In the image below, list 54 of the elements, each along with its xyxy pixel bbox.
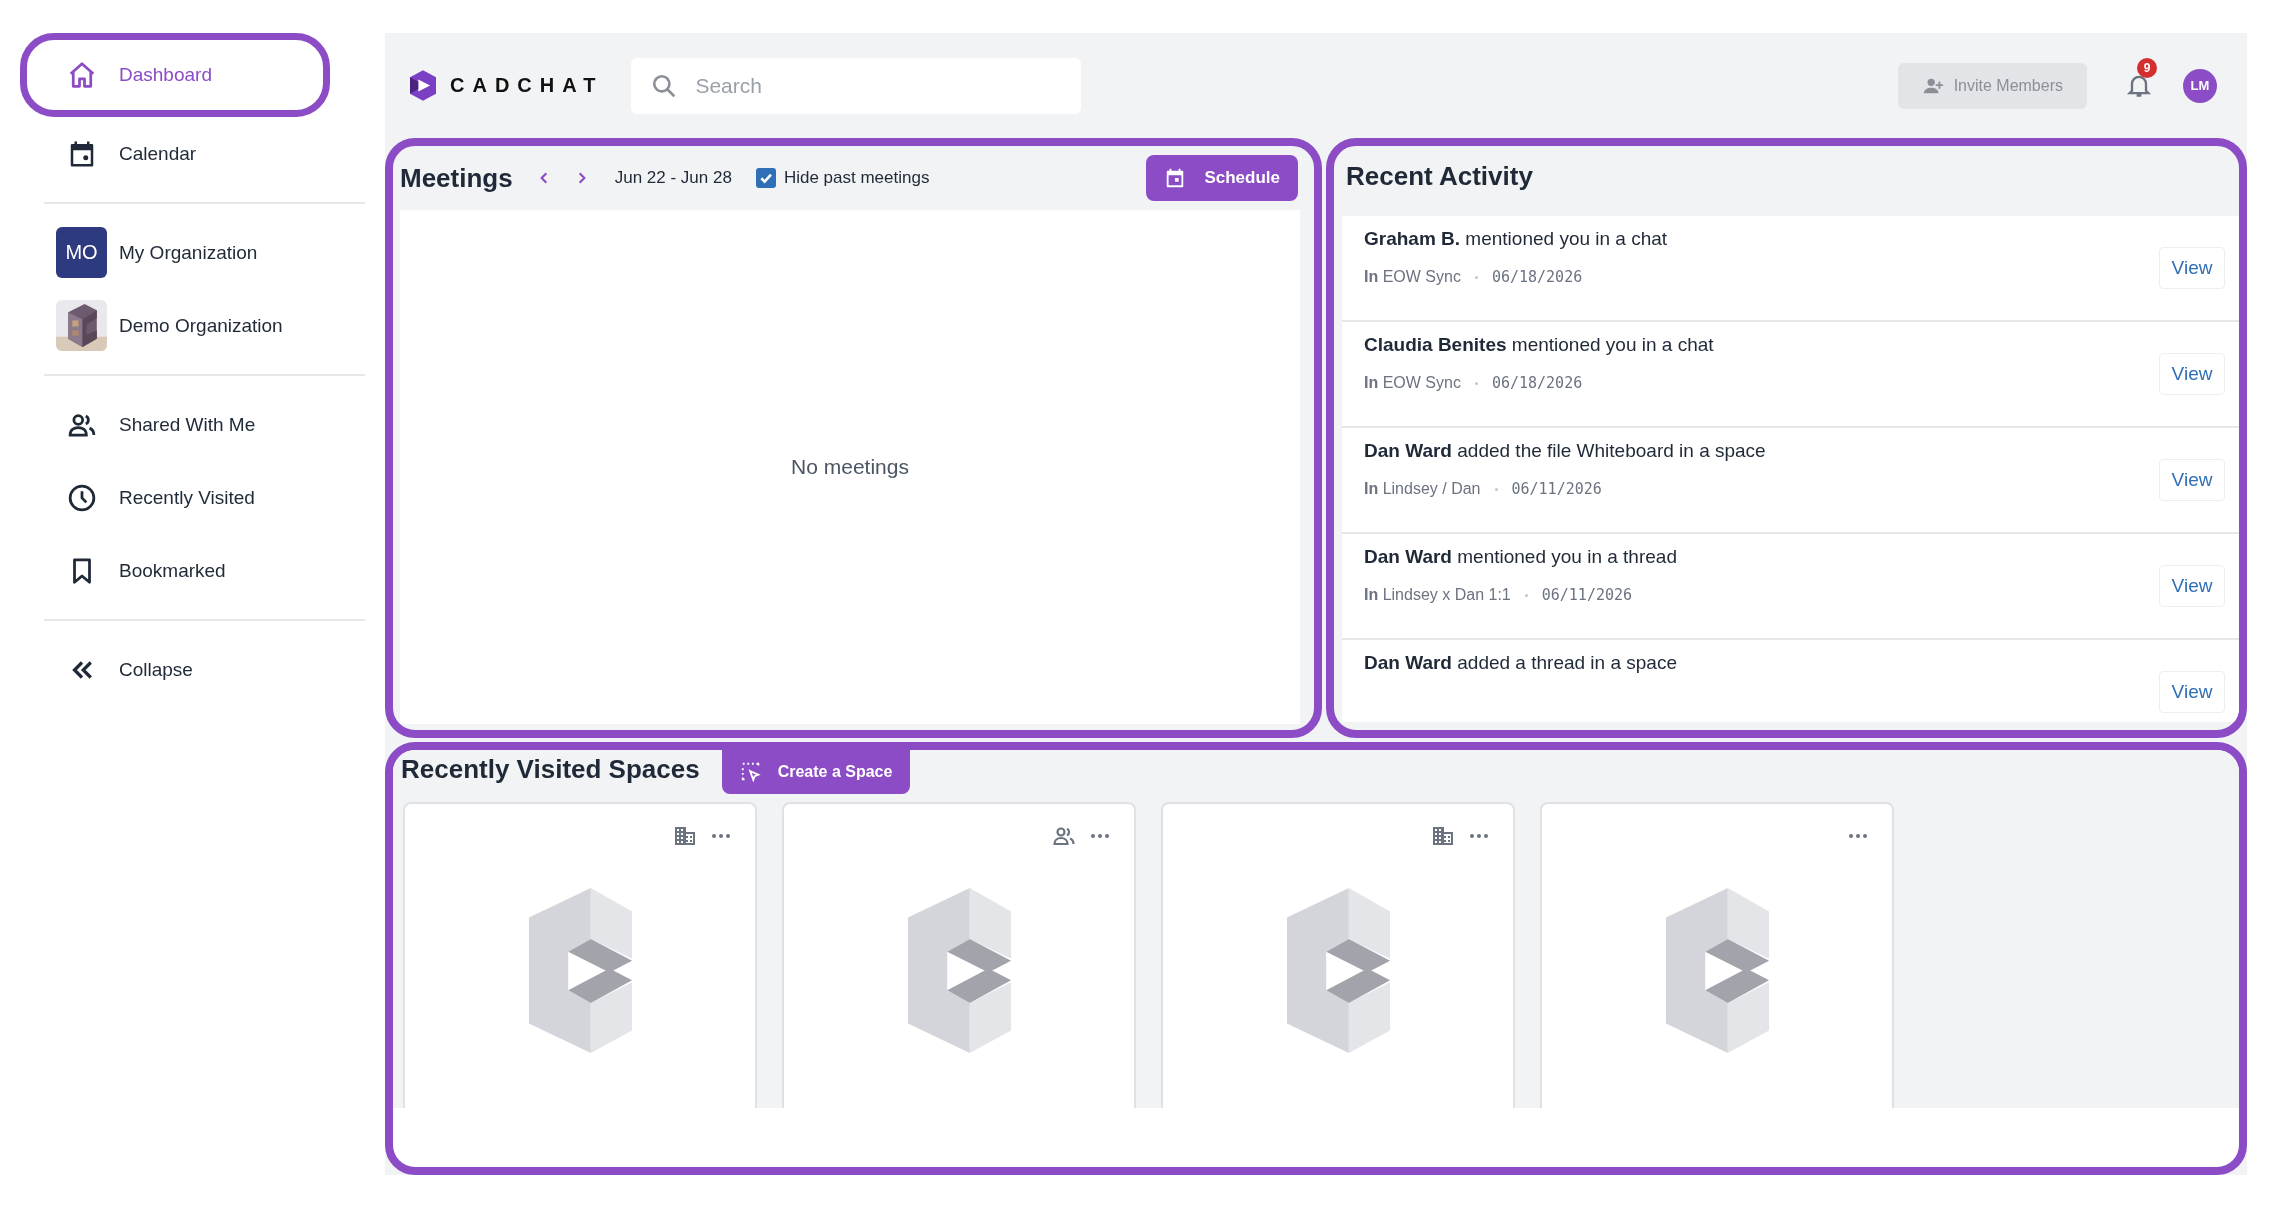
organization-item[interactable]: MO My Organization (20, 216, 303, 289)
home-icon (67, 60, 97, 90)
space-card[interactable] (1161, 802, 1515, 1108)
separator-dot (1524, 593, 1528, 597)
view-button[interactable]: View (2159, 565, 2225, 607)
view-button[interactable]: View (2159, 247, 2225, 289)
checkbox-label: Hide past meetings (783, 168, 930, 188)
organization-item[interactable]: Demo Organization (20, 289, 303, 362)
date-range: Jun 22 - Jun 28 (614, 168, 732, 188)
activity-text: Dan Ward added the file Whiteboard in a space (1364, 440, 1767, 462)
search-field[interactable]: Search (631, 57, 1082, 114)
logo-icon (410, 70, 436, 101)
user-avatar[interactable]: LM (2183, 68, 2217, 103)
activity-location: In EOW Sync (1364, 268, 1461, 286)
view-button[interactable]: View (2159, 459, 2225, 501)
view-button[interactable]: View (2159, 671, 2225, 713)
activity-location: In EOW Sync (1364, 374, 1461, 392)
space-card[interactable] (403, 802, 757, 1108)
view-button[interactable]: View (2159, 353, 2225, 395)
sidebar-item[interactable]: Shared With Me (20, 388, 303, 461)
panel-title: Recently Visited Spaces (401, 754, 700, 785)
activity-date: 06/18/2026 (1491, 374, 1583, 392)
activity-location: In Lindsey x Dan 1:1 (1364, 586, 1511, 604)
sidebar-item[interactable]: Dashboard (20, 33, 330, 117)
panel-title: Meetings (400, 162, 513, 194)
activity-date: 06/18/2026 (1491, 268, 1583, 286)
schedule-button[interactable]: Schedule (1146, 155, 1298, 201)
collapse-button[interactable]: Collapse (20, 633, 303, 706)
separator-dot (1474, 381, 1478, 385)
sidebar-item[interactable]: Calendar (20, 117, 303, 190)
hide-past-checkbox[interactable] (755, 168, 776, 188)
building-icon (1431, 824, 1455, 848)
building-icon (673, 824, 697, 848)
create-space-button[interactable]: Create a Space (721, 750, 911, 794)
sidebar-item[interactable]: Recently Visited (20, 461, 303, 534)
activity-date: 06/11/2026 (1541, 586, 1633, 604)
activity-text: Dan Ward mentioned you in a thread (1364, 546, 1678, 568)
activity-location: In Lindsey / Dan (1364, 480, 1481, 498)
search-icon (651, 72, 678, 99)
people-icon (1052, 824, 1076, 848)
activity-date: 06/11/2026 (1511, 480, 1602, 498)
organization-avatar: MO (56, 227, 107, 278)
clock-icon (67, 482, 97, 513)
activity-text: Dan Ward added a thread in a space (1364, 652, 1678, 674)
panel-title: Recent Activity (1345, 159, 1534, 193)
activity-text: Claudia Benites mentioned you in a chat (1364, 334, 1715, 356)
logo-text: CADCHAT (450, 74, 604, 97)
separator-dot (1494, 487, 1498, 491)
sidebar-item[interactable]: Bookmarked (20, 534, 303, 607)
empty-message: No meetings (791, 455, 909, 479)
notification-count: 9 (2137, 57, 2157, 78)
select-area-icon (739, 761, 762, 783)
separator-dot (1474, 275, 1478, 279)
activity-text: Graham B. mentioned you in a chat (1364, 228, 1669, 250)
